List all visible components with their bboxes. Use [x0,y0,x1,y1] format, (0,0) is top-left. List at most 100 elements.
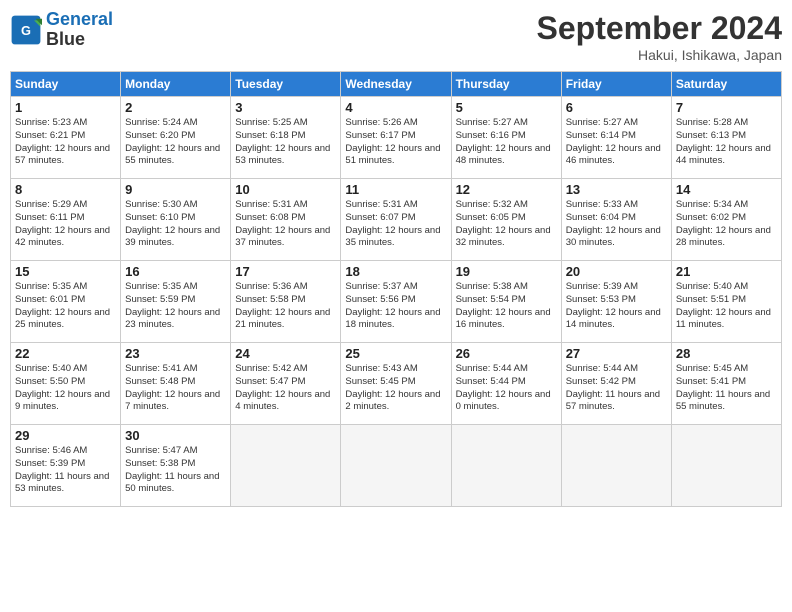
day-info: Sunrise: 5:29 AM Sunset: 6:11 PM Dayligh… [15,199,116,250]
day-number: 23 [125,346,226,361]
day-number: 21 [676,264,777,279]
day-info: Sunrise: 5:44 AM Sunset: 5:44 PM Dayligh… [456,363,557,414]
calendar-week-2: 8 Sunrise: 5:29 AM Sunset: 6:11 PM Dayli… [11,179,782,261]
day-number: 14 [676,182,777,197]
calendar-cell [341,425,451,507]
day-number: 30 [125,428,226,443]
title-block: September 2024 Hakui, Ishikawa, Japan [537,10,782,63]
day-info: Sunrise: 5:25 AM Sunset: 6:18 PM Dayligh… [235,117,336,168]
calendar-cell: 14 Sunrise: 5:34 AM Sunset: 6:02 PM Dayl… [671,179,781,261]
day-number: 25 [345,346,446,361]
calendar-cell: 4 Sunrise: 5:26 AM Sunset: 6:17 PM Dayli… [341,97,451,179]
calendar-cell [671,425,781,507]
day-info: Sunrise: 5:40 AM Sunset: 5:51 PM Dayligh… [676,281,777,332]
calendar-cell: 21 Sunrise: 5:40 AM Sunset: 5:51 PM Dayl… [671,261,781,343]
header-thursday: Thursday [451,72,561,97]
day-number: 5 [456,100,557,115]
day-number: 9 [125,182,226,197]
day-info: Sunrise: 5:26 AM Sunset: 6:17 PM Dayligh… [345,117,446,168]
day-info: Sunrise: 5:31 AM Sunset: 6:07 PM Dayligh… [345,199,446,250]
day-number: 19 [456,264,557,279]
calendar-cell: 19 Sunrise: 5:38 AM Sunset: 5:54 PM Dayl… [451,261,561,343]
day-info: Sunrise: 5:35 AM Sunset: 5:59 PM Dayligh… [125,281,226,332]
day-info: Sunrise: 5:36 AM Sunset: 5:58 PM Dayligh… [235,281,336,332]
day-number: 13 [566,182,667,197]
calendar-week-4: 22 Sunrise: 5:40 AM Sunset: 5:50 PM Dayl… [11,343,782,425]
day-number: 4 [345,100,446,115]
day-info: Sunrise: 5:32 AM Sunset: 6:05 PM Dayligh… [456,199,557,250]
day-info: Sunrise: 5:46 AM Sunset: 5:39 PM Dayligh… [15,445,116,496]
day-info: Sunrise: 5:33 AM Sunset: 6:04 PM Dayligh… [566,199,667,250]
day-info: Sunrise: 5:27 AM Sunset: 6:16 PM Dayligh… [456,117,557,168]
calendar-cell: 3 Sunrise: 5:25 AM Sunset: 6:18 PM Dayli… [231,97,341,179]
calendar-cell: 8 Sunrise: 5:29 AM Sunset: 6:11 PM Dayli… [11,179,121,261]
calendar-cell: 22 Sunrise: 5:40 AM Sunset: 5:50 PM Dayl… [11,343,121,425]
day-number: 22 [15,346,116,361]
day-info: Sunrise: 5:28 AM Sunset: 6:13 PM Dayligh… [676,117,777,168]
header-sunday: Sunday [11,72,121,97]
logo-line2: Blue [46,29,85,49]
day-info: Sunrise: 5:45 AM Sunset: 5:41 PM Dayligh… [676,363,777,414]
day-number: 18 [345,264,446,279]
calendar-cell: 24 Sunrise: 5:42 AM Sunset: 5:47 PM Dayl… [231,343,341,425]
day-number: 17 [235,264,336,279]
weekday-header-row: Sunday Monday Tuesday Wednesday Thursday… [11,72,782,97]
calendar-cell: 1 Sunrise: 5:23 AM Sunset: 6:21 PM Dayli… [11,97,121,179]
day-info: Sunrise: 5:34 AM Sunset: 6:02 PM Dayligh… [676,199,777,250]
day-number: 15 [15,264,116,279]
day-number: 7 [676,100,777,115]
calendar-cell: 28 Sunrise: 5:45 AM Sunset: 5:41 PM Dayl… [671,343,781,425]
calendar-cell: 17 Sunrise: 5:36 AM Sunset: 5:58 PM Dayl… [231,261,341,343]
header-wednesday: Wednesday [341,72,451,97]
day-number: 1 [15,100,116,115]
day-number: 8 [15,182,116,197]
day-number: 10 [235,182,336,197]
svg-text:G: G [21,23,31,38]
calendar-cell [451,425,561,507]
calendar-body: 1 Sunrise: 5:23 AM Sunset: 6:21 PM Dayli… [11,97,782,507]
day-info: Sunrise: 5:41 AM Sunset: 5:48 PM Dayligh… [125,363,226,414]
calendar-cell: 5 Sunrise: 5:27 AM Sunset: 6:16 PM Dayli… [451,97,561,179]
calendar-cell: 30 Sunrise: 5:47 AM Sunset: 5:38 PM Dayl… [121,425,231,507]
day-number: 3 [235,100,336,115]
calendar-cell: 10 Sunrise: 5:31 AM Sunset: 6:08 PM Dayl… [231,179,341,261]
calendar-cell: 23 Sunrise: 5:41 AM Sunset: 5:48 PM Dayl… [121,343,231,425]
day-number: 29 [15,428,116,443]
day-info: Sunrise: 5:47 AM Sunset: 5:38 PM Dayligh… [125,445,226,496]
calendar-cell: 29 Sunrise: 5:46 AM Sunset: 5:39 PM Dayl… [11,425,121,507]
calendar-table: Sunday Monday Tuesday Wednesday Thursday… [10,71,782,507]
calendar-cell: 27 Sunrise: 5:44 AM Sunset: 5:42 PM Dayl… [561,343,671,425]
day-info: Sunrise: 5:40 AM Sunset: 5:50 PM Dayligh… [15,363,116,414]
header-monday: Monday [121,72,231,97]
calendar-cell: 25 Sunrise: 5:43 AM Sunset: 5:45 PM Dayl… [341,343,451,425]
calendar-week-5: 29 Sunrise: 5:46 AM Sunset: 5:39 PM Dayl… [11,425,782,507]
calendar-cell: 7 Sunrise: 5:28 AM Sunset: 6:13 PM Dayli… [671,97,781,179]
calendar-cell: 9 Sunrise: 5:30 AM Sunset: 6:10 PM Dayli… [121,179,231,261]
day-number: 16 [125,264,226,279]
day-number: 12 [456,182,557,197]
calendar-cell: 16 Sunrise: 5:35 AM Sunset: 5:59 PM Dayl… [121,261,231,343]
calendar-cell: 18 Sunrise: 5:37 AM Sunset: 5:56 PM Dayl… [341,261,451,343]
day-number: 27 [566,346,667,361]
calendar-cell: 20 Sunrise: 5:39 AM Sunset: 5:53 PM Dayl… [561,261,671,343]
header-tuesday: Tuesday [231,72,341,97]
day-info: Sunrise: 5:35 AM Sunset: 6:01 PM Dayligh… [15,281,116,332]
day-info: Sunrise: 5:42 AM Sunset: 5:47 PM Dayligh… [235,363,336,414]
logo-icon: G [10,14,42,46]
day-number: 20 [566,264,667,279]
calendar-cell [561,425,671,507]
day-number: 26 [456,346,557,361]
day-number: 2 [125,100,226,115]
day-info: Sunrise: 5:31 AM Sunset: 6:08 PM Dayligh… [235,199,336,250]
calendar-cell [231,425,341,507]
calendar-cell: 13 Sunrise: 5:33 AM Sunset: 6:04 PM Dayl… [561,179,671,261]
calendar-cell: 2 Sunrise: 5:24 AM Sunset: 6:20 PM Dayli… [121,97,231,179]
day-number: 11 [345,182,446,197]
day-info: Sunrise: 5:38 AM Sunset: 5:54 PM Dayligh… [456,281,557,332]
day-info: Sunrise: 5:27 AM Sunset: 6:14 PM Dayligh… [566,117,667,168]
day-info: Sunrise: 5:24 AM Sunset: 6:20 PM Dayligh… [125,117,226,168]
calendar-cell: 26 Sunrise: 5:44 AM Sunset: 5:44 PM Dayl… [451,343,561,425]
calendar-cell: 12 Sunrise: 5:32 AM Sunset: 6:05 PM Dayl… [451,179,561,261]
day-info: Sunrise: 5:43 AM Sunset: 5:45 PM Dayligh… [345,363,446,414]
page-header: G General Blue September 2024 Hakui, Ish… [10,10,782,63]
